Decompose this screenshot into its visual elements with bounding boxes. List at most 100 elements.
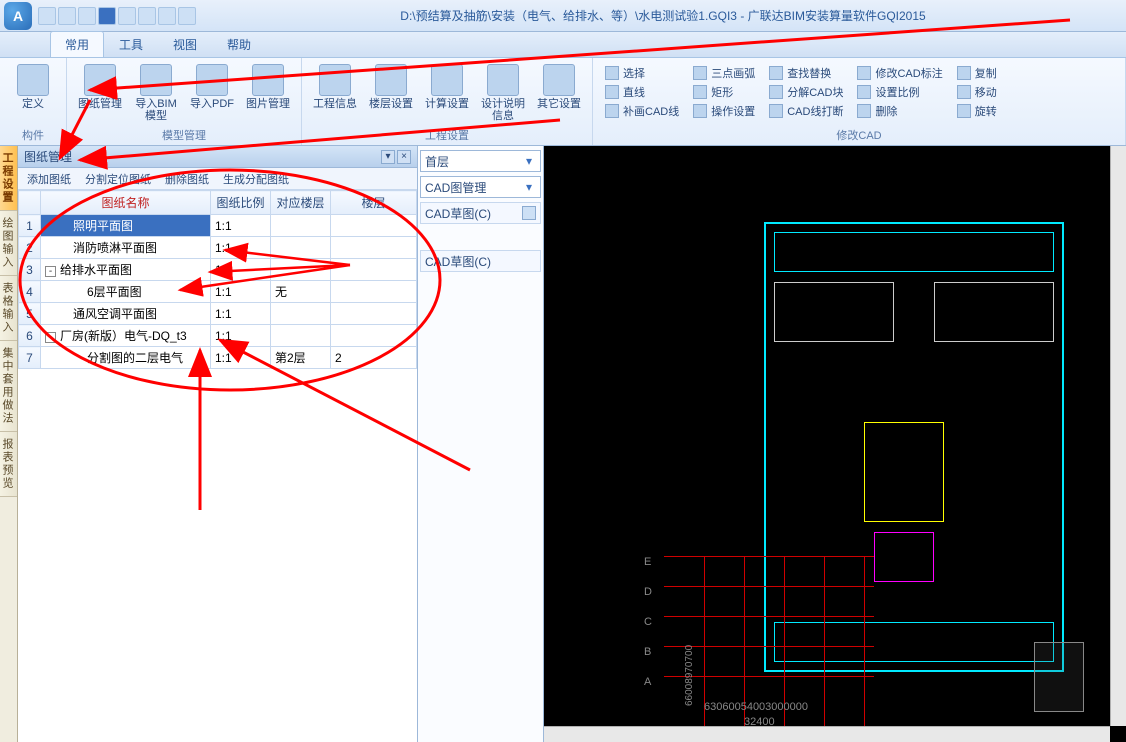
panel-close-icon[interactable]: × bbox=[397, 150, 411, 164]
scrollbar-horizontal[interactable] bbox=[544, 726, 1110, 742]
row-number[interactable]: 4 bbox=[19, 281, 41, 303]
cell-floornum[interactable] bbox=[331, 281, 417, 303]
qat-redo-icon[interactable] bbox=[138, 7, 156, 25]
copy-btn[interactable]: 复制 bbox=[953, 64, 1001, 82]
table-row[interactable]: 1照明平面图1:1 bbox=[19, 215, 417, 237]
rect-tool[interactable]: 矩形 bbox=[689, 83, 759, 101]
set-scale[interactable]: 设置比例 bbox=[853, 83, 946, 101]
tree-toggle-icon[interactable]: - bbox=[45, 332, 56, 343]
cell-drawing-name[interactable]: 照明平面图 bbox=[41, 215, 211, 237]
qat-more-icon[interactable] bbox=[178, 7, 196, 25]
delete-btn[interactable]: 删除 bbox=[853, 102, 946, 120]
ribbon-tab-common[interactable]: 常用 bbox=[50, 31, 104, 57]
cell-drawing-name[interactable]: -给排水平面图 bbox=[41, 259, 211, 281]
define-button[interactable]: 定义 bbox=[6, 62, 60, 126]
cell-drawing-name[interactable]: 消防喷淋平面图 bbox=[41, 237, 211, 259]
side-tab-table-input[interactable]: 表格输入 bbox=[0, 276, 17, 341]
qat-undo-icon[interactable] bbox=[118, 7, 136, 25]
cell-scale[interactable]: 1:1 bbox=[211, 281, 271, 303]
find-replace[interactable]: 查找替换 bbox=[765, 64, 847, 82]
side-tab-report[interactable]: 报表预览 bbox=[0, 432, 17, 497]
cad-sketch-row[interactable]: CAD草图(C) bbox=[420, 202, 541, 224]
project-info-button[interactable]: 工程信息 bbox=[308, 62, 362, 126]
cell-floor[interactable] bbox=[271, 237, 331, 259]
qat-save-icon[interactable] bbox=[78, 7, 96, 25]
row-number[interactable]: 6 bbox=[19, 325, 41, 347]
table-row[interactable]: 5通风空调平面图1:1 bbox=[19, 303, 417, 325]
drawings-table[interactable]: 图纸名称 图纸比例 对应楼层 楼层 1照明平面图1:12消防喷淋平面图1:13-… bbox=[18, 190, 417, 369]
cell-floor[interactable]: 无 bbox=[271, 281, 331, 303]
split-locate-drawing-button[interactable]: 分割定位图纸 bbox=[78, 168, 158, 190]
other-settings-button[interactable]: 其它设置 bbox=[532, 62, 586, 126]
cell-floor[interactable] bbox=[271, 259, 331, 281]
cell-scale[interactable]: 1:1 bbox=[211, 303, 271, 325]
break-cad-line[interactable]: CAD线打断 bbox=[765, 102, 847, 120]
move-btn[interactable]: 移动 bbox=[953, 83, 1001, 101]
cell-floornum[interactable] bbox=[331, 325, 417, 347]
side-tab-proj-settings[interactable]: 工程设置 bbox=[0, 146, 17, 211]
line-tool[interactable]: 直线 bbox=[601, 83, 683, 101]
cell-floor[interactable]: 第2层 bbox=[271, 347, 331, 369]
panel-pin-icon[interactable]: ▾ bbox=[381, 150, 395, 164]
cell-floor[interactable] bbox=[271, 215, 331, 237]
col-num[interactable]: 楼层 bbox=[331, 191, 417, 215]
row-number[interactable]: 3 bbox=[19, 259, 41, 281]
qat-new-icon[interactable] bbox=[38, 7, 56, 25]
cell-floornum[interactable] bbox=[331, 259, 417, 281]
select-tool[interactable]: 选择 bbox=[601, 64, 683, 82]
cell-floornum[interactable] bbox=[331, 303, 417, 325]
cell-scale[interactable]: 1:1 bbox=[211, 347, 271, 369]
tree-toggle-icon[interactable]: - bbox=[45, 266, 56, 277]
cell-drawing-name[interactable]: 通风空调平面图 bbox=[41, 303, 211, 325]
import-pdf-button[interactable]: 导入PDF bbox=[185, 62, 239, 126]
modify-cad-label[interactable]: 修改CAD标注 bbox=[853, 64, 946, 82]
qat-region-icon[interactable] bbox=[158, 7, 176, 25]
side-tab-batch-apply[interactable]: 集中套用做法 bbox=[0, 341, 17, 432]
row-number[interactable]: 1 bbox=[19, 215, 41, 237]
explode-cad[interactable]: 分解CAD块 bbox=[765, 83, 847, 101]
cad-manage-combo[interactable]: CAD图管理▾ bbox=[420, 176, 541, 198]
cell-scale[interactable]: 1:1 bbox=[211, 237, 271, 259]
row-number[interactable]: 2 bbox=[19, 237, 41, 259]
fill-cad-line[interactable]: 补画CAD线 bbox=[601, 102, 683, 120]
cell-drawing-name[interactable]: 分割图的二层电气 bbox=[41, 347, 211, 369]
cell-floornum[interactable] bbox=[331, 215, 417, 237]
image-manage-button[interactable]: 图片管理 bbox=[241, 62, 295, 126]
import-bim-button[interactable]: 导入BIM模型 bbox=[129, 62, 183, 126]
add-drawing-button[interactable]: 添加图纸 bbox=[20, 168, 78, 190]
ribbon-tab-help[interactable]: 帮助 bbox=[212, 31, 266, 57]
arc-tool[interactable]: 三点画弧 bbox=[689, 64, 759, 82]
scrollbar-vertical[interactable] bbox=[1110, 146, 1126, 726]
col-floor[interactable]: 对应楼层 bbox=[271, 191, 331, 215]
cell-scale[interactable]: 1:1 bbox=[211, 215, 271, 237]
qat-open-icon[interactable] bbox=[58, 7, 76, 25]
side-tab-draw-input[interactable]: 绘图输入 bbox=[0, 211, 17, 276]
cell-scale[interactable]: 1:1 bbox=[211, 259, 271, 281]
delete-drawing-button[interactable]: 删除图纸 bbox=[158, 168, 216, 190]
table-row[interactable]: 46层平面图1:1无 bbox=[19, 281, 417, 303]
cell-floor[interactable] bbox=[271, 325, 331, 347]
row-number[interactable]: 5 bbox=[19, 303, 41, 325]
cad-viewport[interactable]: E D C B A 66008970700 63060054003000000 … bbox=[544, 146, 1126, 742]
col-scale[interactable]: 图纸比例 bbox=[211, 191, 271, 215]
table-row[interactable]: 3-给排水平面图1:1 bbox=[19, 259, 417, 281]
cell-floornum[interactable] bbox=[331, 237, 417, 259]
cell-drawing-name[interactable]: 6层平面图 bbox=[41, 281, 211, 303]
floor-combo[interactable]: 首层▾ bbox=[420, 150, 541, 172]
cell-drawing-name[interactable]: -厂房(新版）电气-DQ_t3 bbox=[41, 325, 211, 347]
cell-scale[interactable]: 1:1 bbox=[211, 325, 271, 347]
table-row[interactable]: 7分割图的二层电气1:1第2层2 bbox=[19, 347, 417, 369]
ribbon-tab-view[interactable]: 视图 bbox=[158, 31, 212, 57]
rotate-btn[interactable]: 旋转 bbox=[953, 102, 1001, 120]
qat-a-icon[interactable] bbox=[98, 7, 116, 25]
drawing-manage-button[interactable]: 图纸管理 bbox=[73, 62, 127, 126]
cell-floornum[interactable]: 2 bbox=[331, 347, 417, 369]
row-number[interactable]: 7 bbox=[19, 347, 41, 369]
ribbon-tab-tools[interactable]: 工具 bbox=[104, 31, 158, 57]
table-row[interactable]: 6-厂房(新版）电气-DQ_t31:1 bbox=[19, 325, 417, 347]
op-settings[interactable]: 操作设置 bbox=[689, 102, 759, 120]
gen-dist-drawing-button[interactable]: 生成分配图纸 bbox=[216, 168, 296, 190]
calc-settings-button[interactable]: 计算设置 bbox=[420, 62, 474, 126]
cell-floor[interactable] bbox=[271, 303, 331, 325]
col-name[interactable]: 图纸名称 bbox=[41, 191, 211, 215]
